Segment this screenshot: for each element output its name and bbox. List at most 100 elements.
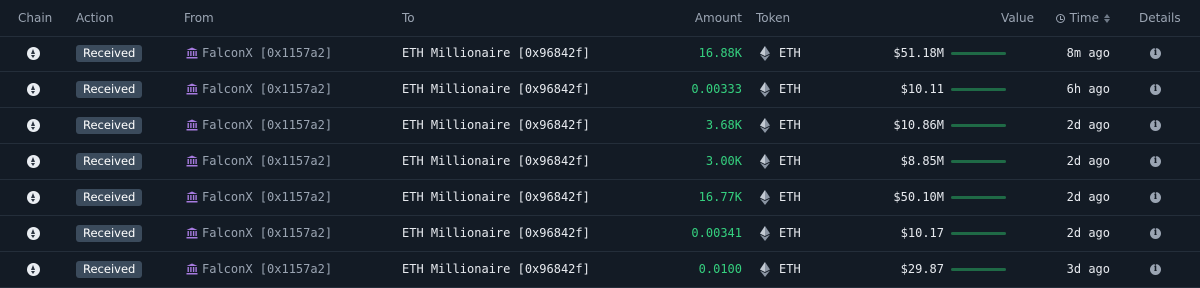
to-address-link[interactable]: ETH Millionaire [0x96842f] (402, 252, 590, 287)
eth-token-icon (760, 190, 770, 205)
token-symbol[interactable]: ETH (779, 216, 801, 251)
info-icon[interactable]: i (1150, 228, 1161, 239)
info-icon[interactable]: i (1150, 264, 1161, 275)
time-ago[interactable]: 6h ago (1067, 72, 1110, 107)
info-icon[interactable]: i (1150, 192, 1161, 203)
usd-value: $10.17 (900, 226, 944, 240)
time-ago[interactable]: 8m ago (1067, 36, 1110, 71)
action-badge: Received (76, 45, 143, 62)
action-badge: Received (76, 117, 143, 134)
value-bar (951, 268, 1006, 271)
action-badge: Received (76, 189, 143, 206)
usd-value: $10.86M (893, 118, 944, 132)
ethereum-chain-icon[interactable] (27, 47, 40, 60)
column-header-amount[interactable]: Amount (695, 0, 742, 36)
amount-value: 16.88K (698, 46, 742, 60)
table-row[interactable]: Received FalconX [0x1157a2] ETH Milliona… (0, 180, 1200, 216)
ethereum-chain-icon[interactable] (27, 119, 40, 132)
table-row[interactable]: Received FalconX [0x1157a2] ETH Milliona… (0, 144, 1200, 180)
value-bar (951, 52, 1006, 55)
amount-value: 0.00333 (691, 82, 742, 96)
from-address-link[interactable]: FalconX [0x1157a2] (202, 72, 332, 107)
to-address-link[interactable]: ETH Millionaire [0x96842f] (402, 108, 590, 143)
amount-value: 0.0100 (698, 262, 742, 276)
eth-token-icon (760, 118, 770, 133)
usd-value: $8.85M (900, 154, 944, 168)
usd-value: $29.87 (900, 262, 944, 276)
usd-value: $50.10M (893, 190, 944, 204)
time-ago[interactable]: 2d ago (1067, 108, 1110, 143)
action-badge: Received (76, 225, 143, 242)
table-row[interactable]: Received FalconX [0x1157a2] ETH Milliona… (0, 216, 1200, 252)
value-bar (951, 124, 1006, 127)
ethereum-chain-icon[interactable] (27, 83, 40, 96)
bank-icon (186, 83, 198, 95)
action-badge: Received (76, 261, 143, 278)
clock-icon (1055, 13, 1065, 23)
to-address-link[interactable]: ETH Millionaire [0x96842f] (402, 180, 590, 215)
info-icon[interactable]: i (1150, 84, 1161, 95)
time-ago[interactable]: 3d ago (1067, 252, 1110, 287)
table-row[interactable]: Received FalconX [0x1157a2] ETH Milliona… (0, 252, 1200, 288)
bank-icon (186, 119, 198, 131)
token-symbol[interactable]: ETH (779, 36, 801, 71)
from-address-link[interactable]: FalconX [0x1157a2] (202, 180, 332, 215)
column-header-value[interactable]: Value (1001, 0, 1034, 36)
table-row[interactable]: Received FalconX [0x1157a2] ETH Milliona… (0, 36, 1200, 72)
bank-icon (186, 263, 198, 275)
transfers-table: Chain Action From To Amount Token Value … (0, 0, 1200, 288)
to-address-link[interactable]: ETH Millionaire [0x96842f] (402, 36, 590, 71)
column-header-details: Details (1139, 11, 1181, 25)
time-ago[interactable]: 2d ago (1067, 180, 1110, 215)
info-icon[interactable]: i (1150, 120, 1161, 131)
token-symbol[interactable]: ETH (779, 108, 801, 143)
column-header-action[interactable]: Action (76, 0, 114, 36)
from-address-link[interactable]: FalconX [0x1157a2] (202, 216, 332, 251)
column-header-from[interactable]: From (184, 0, 214, 36)
ethereum-chain-icon[interactable] (27, 191, 40, 204)
amount-value: 3.00K (705, 154, 742, 168)
action-badge: Received (76, 153, 143, 170)
value-bar (951, 88, 1006, 91)
ethereum-chain-icon[interactable] (27, 155, 40, 168)
table-body: Received FalconX [0x1157a2] ETH Milliona… (0, 36, 1200, 288)
token-symbol[interactable]: ETH (779, 72, 801, 107)
column-header-chain[interactable]: Chain (18, 0, 52, 36)
from-address-link[interactable]: FalconX [0x1157a2] (202, 144, 332, 179)
bank-icon (186, 47, 198, 59)
column-header-token[interactable]: Token (756, 0, 790, 36)
info-icon[interactable]: i (1150, 48, 1161, 59)
amount-value: 3.68K (705, 118, 742, 132)
value-bar (951, 160, 1006, 163)
token-symbol[interactable]: ETH (779, 180, 801, 215)
time-ago[interactable]: 2d ago (1067, 216, 1110, 251)
bank-icon (186, 227, 198, 239)
eth-token-icon (760, 46, 770, 61)
eth-token-icon (760, 82, 770, 97)
ethereum-chain-icon[interactable] (27, 263, 40, 276)
from-address-link[interactable]: FalconX [0x1157a2] (202, 36, 332, 71)
table-row[interactable]: Received FalconX [0x1157a2] ETH Milliona… (0, 108, 1200, 144)
ethereum-chain-icon[interactable] (27, 227, 40, 240)
usd-value: $10.11 (900, 82, 944, 96)
column-header-time[interactable]: Time (1055, 0, 1110, 36)
amount-value: 16.77K (698, 190, 742, 204)
usd-value: $51.18M (893, 46, 944, 60)
from-address-link[interactable]: FalconX [0x1157a2] (202, 108, 332, 143)
action-badge: Received (76, 81, 143, 98)
time-ago[interactable]: 2d ago (1067, 144, 1110, 179)
eth-token-icon (760, 226, 770, 241)
to-address-link[interactable]: ETH Millionaire [0x96842f] (402, 72, 590, 107)
sort-icon[interactable] (1104, 13, 1110, 23)
column-header-to[interactable]: To (402, 0, 415, 36)
eth-token-icon (760, 262, 770, 277)
from-address-link[interactable]: FalconX [0x1157a2] (202, 252, 332, 287)
token-symbol[interactable]: ETH (779, 252, 801, 287)
to-address-link[interactable]: ETH Millionaire [0x96842f] (402, 216, 590, 251)
info-icon[interactable]: i (1150, 156, 1161, 167)
token-symbol[interactable]: ETH (779, 144, 801, 179)
amount-value: 0.00341 (691, 226, 742, 240)
table-header: Chain Action From To Amount Token Value … (0, 0, 1200, 37)
table-row[interactable]: Received FalconX [0x1157a2] ETH Milliona… (0, 72, 1200, 108)
to-address-link[interactable]: ETH Millionaire [0x96842f] (402, 144, 590, 179)
